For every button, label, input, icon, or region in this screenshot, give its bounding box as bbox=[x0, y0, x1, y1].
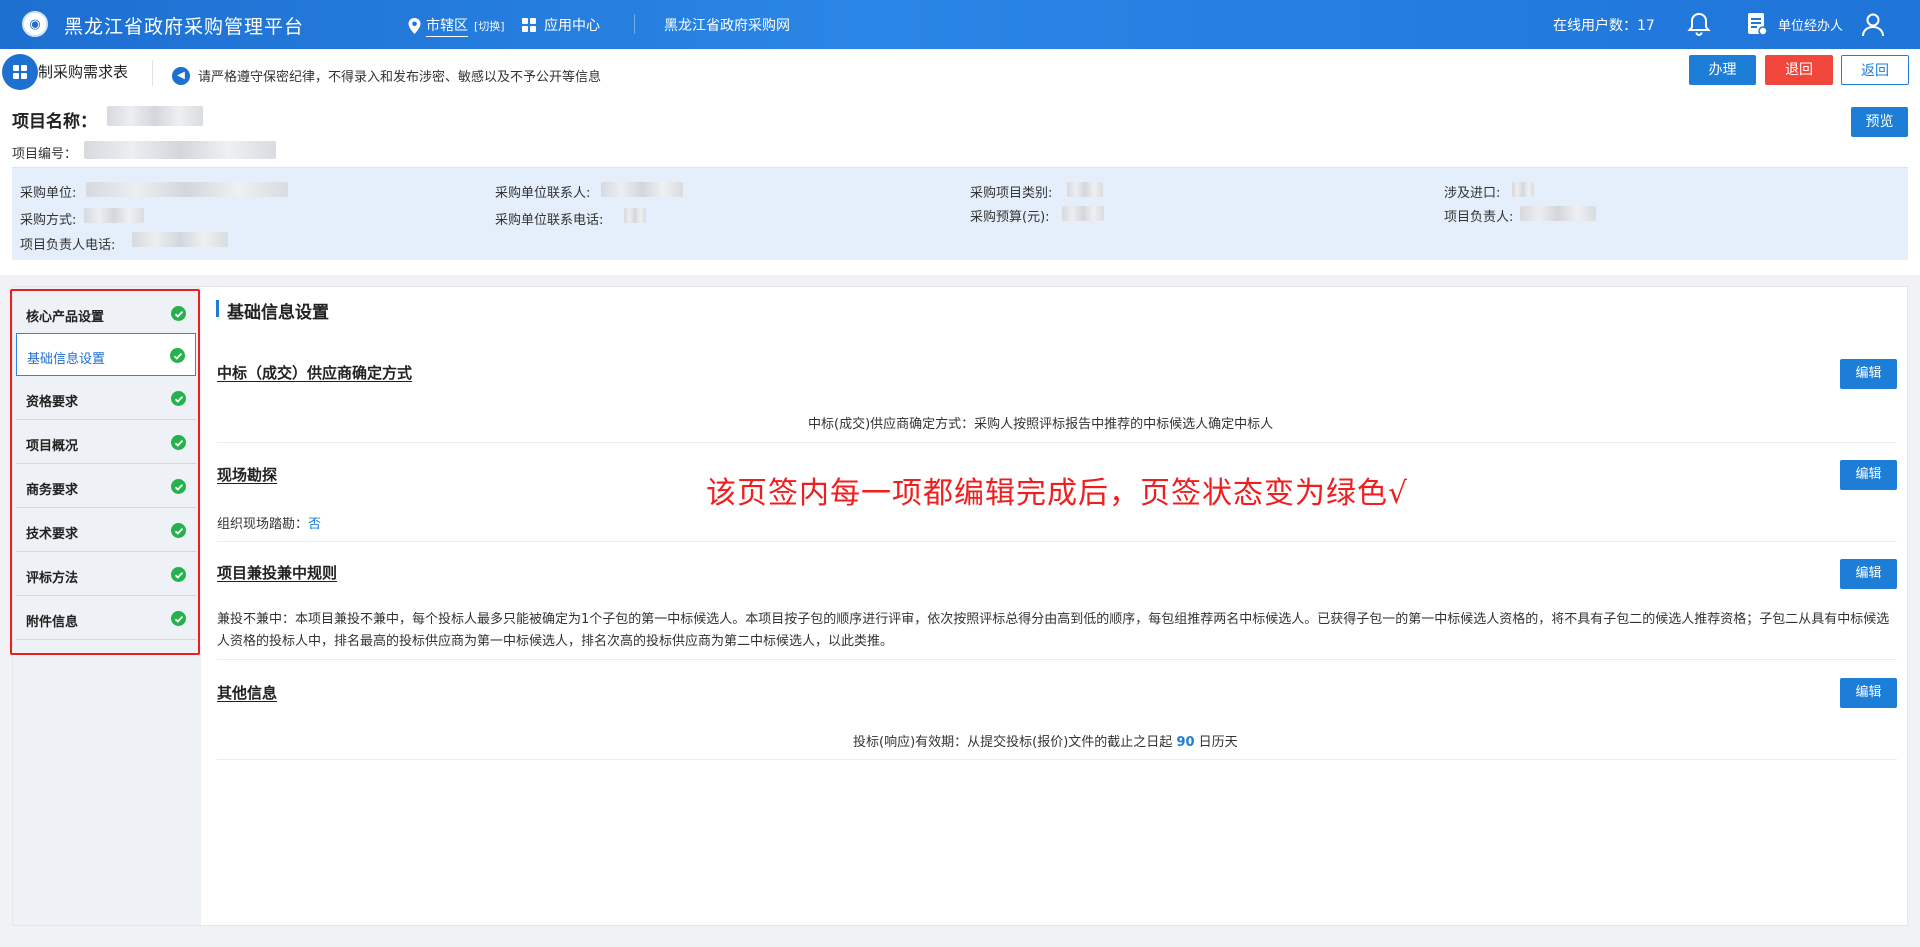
redacted-project-category bbox=[1067, 182, 1103, 197]
emblem-logo-icon: ◉ bbox=[22, 11, 48, 37]
page-title: 制采购需求表 bbox=[38, 63, 129, 81]
top-navigation-bar: ◉ 黑龙江省政府采购管理平台 市辖区 [切换] 应用中心 黑龙江省政府采购网 在… bbox=[0, 0, 1920, 49]
speaker-icon: ◀ bbox=[172, 66, 190, 85]
redacted-budget bbox=[1062, 206, 1104, 221]
redacted-project-leader bbox=[1520, 206, 1596, 221]
validity-days: 90 bbox=[1176, 735, 1195, 750]
header-divider bbox=[152, 60, 153, 86]
project-info-box bbox=[12, 167, 1908, 260]
validity-text-after: 日历天 bbox=[1198, 735, 1238, 750]
redacted-project-number bbox=[84, 141, 276, 159]
notification-bell-icon[interactable] bbox=[1686, 11, 1712, 37]
budget-label: 采购预算(元): bbox=[970, 210, 1050, 225]
section-title-accent bbox=[216, 300, 219, 317]
leader-phone-label: 项目负责人电话: bbox=[20, 238, 116, 253]
edit-bid-rules-button[interactable]: 编辑 bbox=[1840, 559, 1897, 589]
user-profile-icon[interactable] bbox=[1860, 11, 1886, 37]
quick-menu-button[interactable] bbox=[2, 54, 38, 90]
other-info-title: 其他信息 bbox=[217, 684, 278, 702]
validity-text-before: 投标(响应)有效期：从提交投标(报价)文件的截止之日起 bbox=[853, 735, 1173, 750]
site-survey-title: 现场勘探 bbox=[217, 466, 278, 484]
bid-rules-title: 项目兼投兼中规则 bbox=[217, 564, 338, 582]
preview-button[interactable]: 预览 bbox=[1851, 107, 1908, 137]
region-name[interactable]: 市辖区 bbox=[426, 15, 468, 37]
location-pin-icon bbox=[408, 18, 421, 34]
section-divider bbox=[217, 442, 1897, 443]
topbar-divider bbox=[634, 14, 635, 34]
edit-site-survey-button[interactable]: 编辑 bbox=[1840, 460, 1897, 490]
procurement-portal-link[interactable]: 黑龙江省政府采购网 bbox=[664, 15, 790, 35]
return-button[interactable]: 返回 bbox=[1841, 55, 1909, 85]
redacted-import bbox=[1512, 182, 1534, 197]
sidebar-highlight-box bbox=[10, 289, 200, 655]
purchase-unit-label: 采购单位: bbox=[20, 186, 77, 201]
import-label: 涉及进口: bbox=[1444, 186, 1501, 201]
app-center-label: 应用中心 bbox=[544, 18, 600, 34]
project-category-label: 采购项目类别: bbox=[970, 186, 1053, 201]
redacted-unit-contact bbox=[601, 182, 683, 197]
handle-button[interactable]: 办理 bbox=[1689, 55, 1756, 85]
purchase-method-label: 采购方式: bbox=[20, 213, 77, 228]
site-survey-value: 否 bbox=[308, 517, 322, 532]
send-back-button[interactable]: 退回 bbox=[1765, 55, 1833, 85]
online-user-count: 在线用户数：17 bbox=[1553, 18, 1655, 34]
validity-period-row: 投标(响应)有效期：从提交投标(报价)文件的截止之日起 90 日历天 bbox=[853, 731, 1238, 750]
site-survey-label: 组织现场踏勘： bbox=[217, 517, 309, 532]
redacted-project-name bbox=[107, 106, 203, 126]
project-number-label: 项目编号： bbox=[12, 147, 78, 162]
region-selector[interactable]: 市辖区 [切换] bbox=[408, 15, 505, 37]
region-switch-link[interactable]: [切换] bbox=[474, 18, 505, 34]
user-role-label[interactable]: 单位经办人 bbox=[1778, 15, 1843, 34]
section-divider bbox=[217, 659, 1897, 660]
menu-grid-icon bbox=[13, 65, 27, 79]
tutorial-annotation: 该页签内每一项都编辑完成后，页签状态变为绿色√ bbox=[706, 476, 1409, 511]
winner-method-text: 中标(成交)供应商确定方式：采购人按照评标报告中推荐的中标候选人确定中标人 bbox=[808, 417, 1274, 432]
app-center-link[interactable]: 应用中心 bbox=[522, 15, 600, 35]
edit-other-info-button[interactable]: 编辑 bbox=[1840, 678, 1897, 708]
notice-text: 请严格遵守保密纪律，不得录入和发布涉密、敏感以及不予公开等信息 bbox=[198, 70, 602, 85]
app-title: 黑龙江省政府采购管理平台 bbox=[64, 16, 305, 38]
section-divider bbox=[217, 759, 1897, 760]
section-divider bbox=[217, 541, 1897, 542]
site-survey-row: 组织现场踏勘：否 bbox=[217, 513, 321, 532]
bid-rules-text: 兼投不兼中：本项目兼投不兼中，每个投标人最多只能被确定为1个子包的第一中标候选人… bbox=[217, 612, 1890, 649]
redacted-leader-phone bbox=[132, 232, 228, 247]
redacted-unit-phone bbox=[624, 208, 646, 223]
redacted-purchase-method bbox=[84, 208, 144, 223]
project-leader-label: 项目负责人: bbox=[1444, 210, 1514, 225]
confidentiality-notice: ◀ 请严格遵守保密纪律，不得录入和发布涉密、敏感以及不予公开等信息 bbox=[172, 66, 601, 85]
main-section-title: 基础信息设置 bbox=[227, 303, 329, 323]
winner-method-title: 中标（成交）供应商确定方式 bbox=[217, 364, 413, 382]
edit-winner-method-button[interactable]: 编辑 bbox=[1840, 359, 1897, 389]
redacted-purchase-unit bbox=[86, 182, 288, 197]
project-name-label: 项目名称： bbox=[12, 112, 97, 132]
unit-contact-label: 采购单位联系人: bbox=[495, 186, 591, 201]
user-document-icon bbox=[1748, 13, 1768, 36]
unit-phone-label: 采购单位联系电话: bbox=[495, 213, 604, 228]
app-grid-icon bbox=[522, 18, 536, 32]
